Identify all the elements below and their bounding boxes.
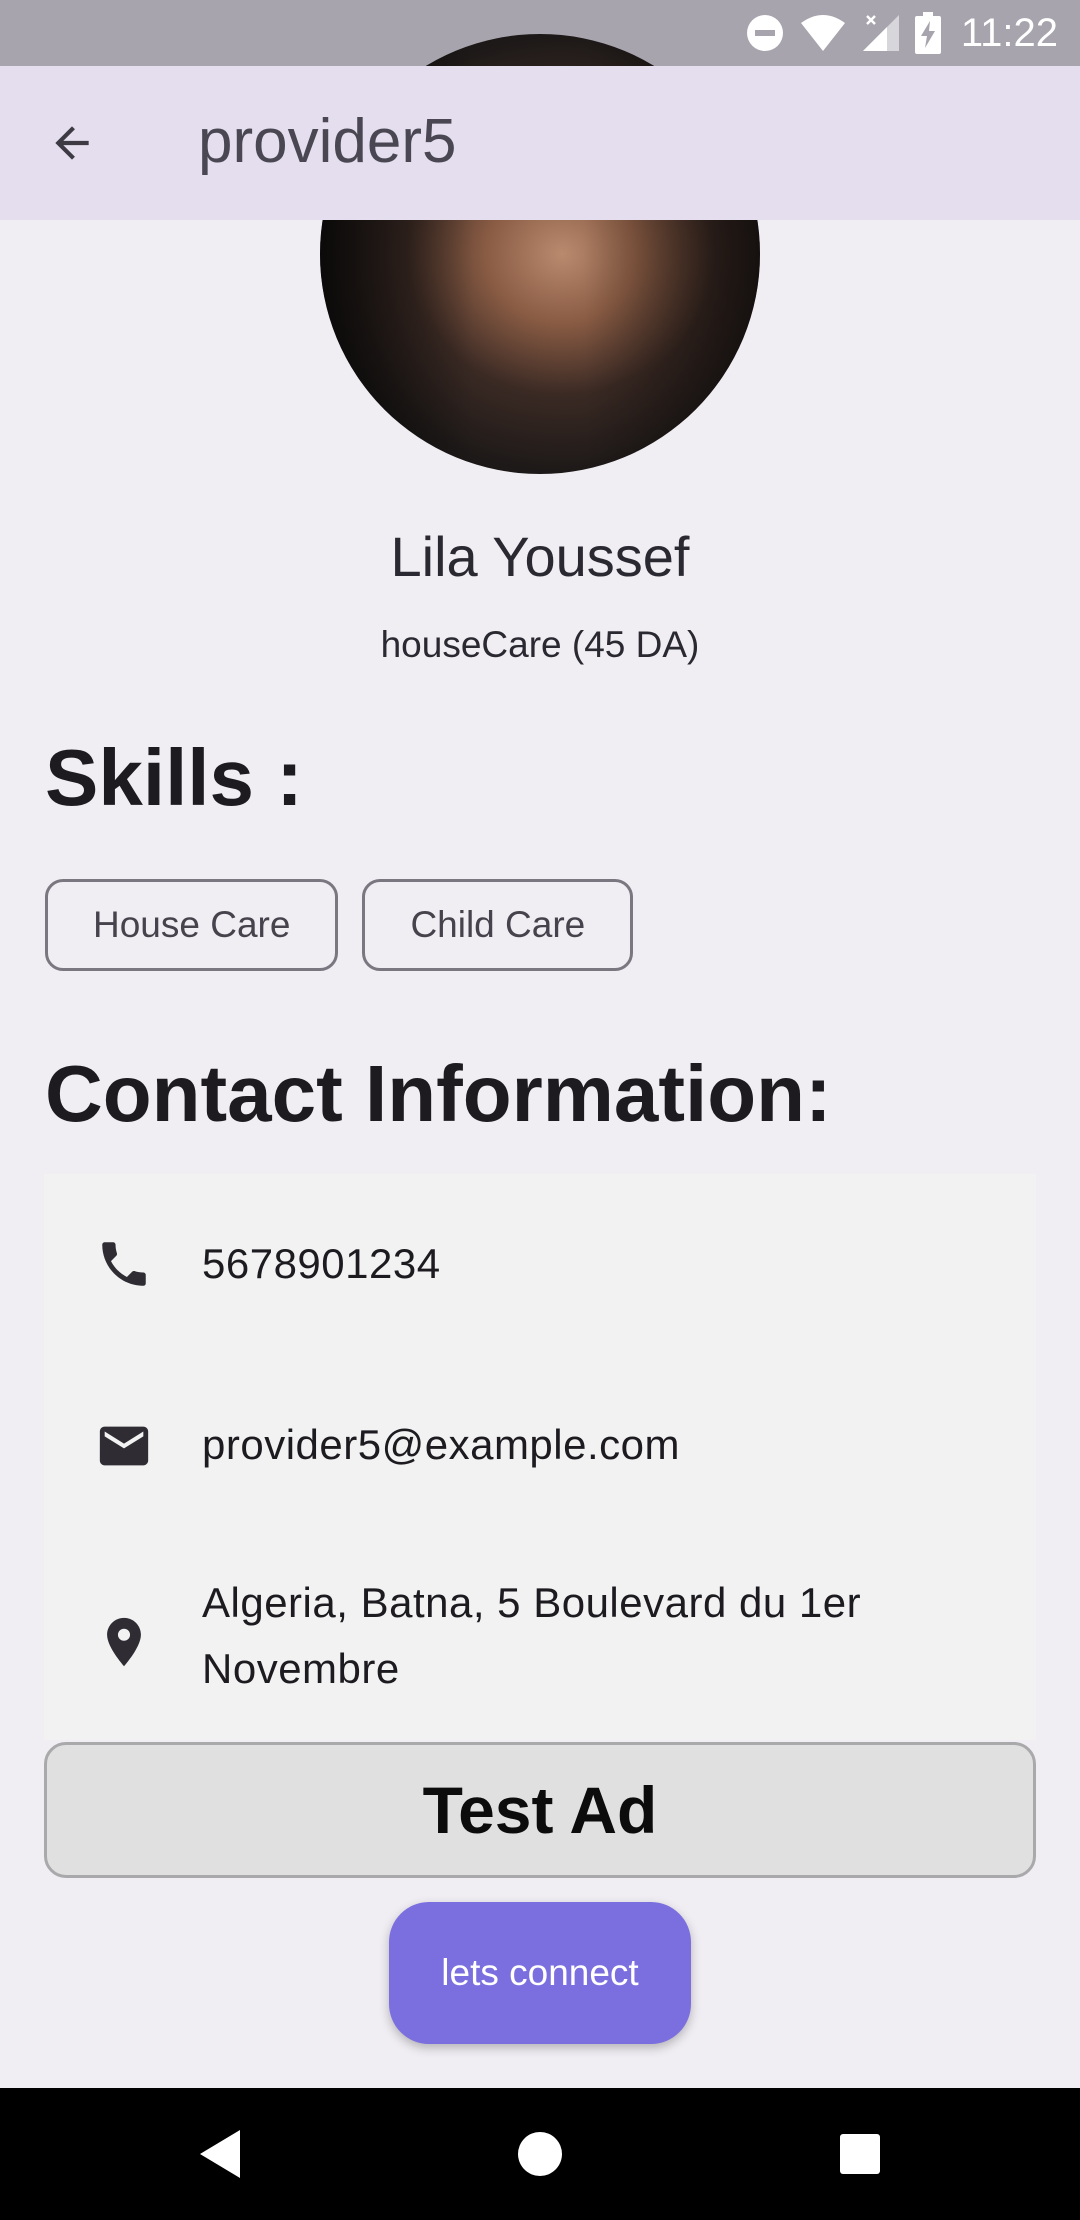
page-title: provider5 xyxy=(198,107,457,176)
provider-name: Lila Youssef xyxy=(390,525,690,588)
nav-home-button[interactable] xyxy=(504,2118,576,2190)
arrow-back-icon xyxy=(55,126,89,160)
skills-heading: Skills : xyxy=(45,733,303,822)
battery-charging-icon xyxy=(914,12,941,54)
skill-chip-child-care[interactable]: Child Care xyxy=(362,879,634,971)
provider-service-price: houseCare (45 DA) xyxy=(380,624,700,665)
test-ad-banner[interactable]: Test Ad xyxy=(44,1742,1036,1878)
nav-back-icon xyxy=(200,2130,240,2178)
nav-home-icon xyxy=(518,2132,562,2176)
signal-icon xyxy=(861,13,901,53)
phone-icon xyxy=(92,1232,156,1296)
nav-back-button[interactable] xyxy=(184,2118,256,2190)
top-app-bar: provider5 xyxy=(0,66,1080,220)
location-pin-icon xyxy=(92,1610,156,1674)
phone-row[interactable]: 5678901234 xyxy=(44,1174,1036,1354)
skill-chip-house-care[interactable]: House Care xyxy=(45,879,339,971)
nav-recents-icon xyxy=(840,2134,880,2174)
status-clock: 11:22 xyxy=(960,10,1058,55)
email-address: provider5@example.com xyxy=(202,1421,680,1468)
skills-chip-list: House Care Child Care xyxy=(45,879,634,971)
address-text: Algeria, Batna, 5 Boulevard du 1er Novem… xyxy=(202,1570,861,1702)
email-row[interactable]: provider5@example.com xyxy=(44,1354,1036,1534)
address-row[interactable]: Algeria, Batna, 5 Boulevard du 1er Novem… xyxy=(44,1534,1036,1740)
contact-card: 5678901234 provider5@example.com Algeria… xyxy=(44,1174,1036,1740)
contact-heading: Contact Information: xyxy=(45,1049,832,1138)
wifi-icon xyxy=(799,13,847,53)
nav-recents-button[interactable] xyxy=(824,2118,896,2190)
phone-number: 5678901234 xyxy=(202,1240,441,1287)
address-line-1: Algeria, Batna, 5 Boulevard du 1er xyxy=(202,1579,862,1626)
lets-connect-button[interactable]: lets connect xyxy=(389,1902,691,2044)
email-icon xyxy=(92,1414,156,1478)
address-line-2: Novembre xyxy=(202,1645,400,1692)
system-nav-bar xyxy=(0,2088,1080,2220)
back-button[interactable] xyxy=(40,111,104,175)
